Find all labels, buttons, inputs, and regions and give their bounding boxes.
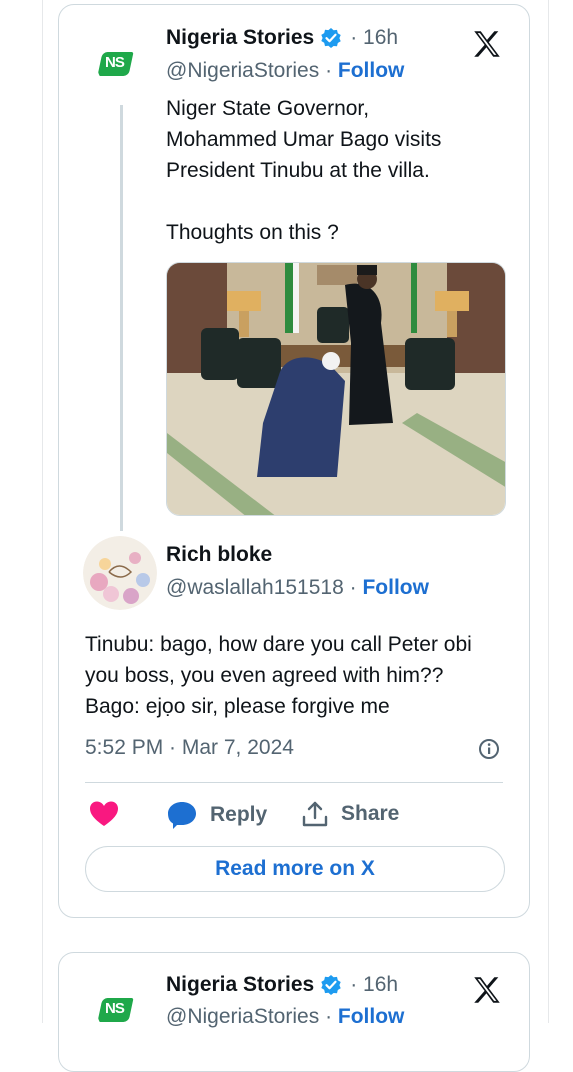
reply-author-row: Rich bloke [166, 543, 272, 567]
tweet-author-row: Nigeria Stories · 16h [166, 26, 398, 50]
page-left-rule [42, 0, 43, 1023]
next-x-logo-icon[interactable] [470, 973, 504, 1007]
reply-timestamp[interactable]: 5:52 PM · Mar 7, 2024 [85, 736, 294, 760]
heart-icon [90, 801, 118, 826]
tweet-text: Niger State Governor, Mohammed Umar Bago… [166, 97, 442, 244]
reply-text: Tinubu: bago, how dare you call Peter ob… [85, 633, 472, 718]
next-tweet-handle-row: @NigeriaStories · Follow [166, 1005, 404, 1029]
actions-divider [85, 782, 503, 783]
reply-button[interactable]: Reply [166, 800, 267, 830]
floral-avatar-image [83, 536, 157, 610]
read-more-button[interactable]: Read more on X [85, 846, 505, 892]
like-button[interactable] [89, 800, 119, 828]
author-handle[interactable]: @NigeriaStories [166, 59, 319, 82]
page-right-rule [548, 0, 549, 1023]
villa-office-photo [167, 263, 505, 515]
reply-follow-button[interactable]: Follow [362, 576, 429, 599]
next-tweet-time[interactable]: · 16h [350, 973, 398, 997]
tweet-handle-row: @NigeriaStories · Follow [166, 59, 404, 83]
reply-handle-separator: · [349, 576, 357, 599]
share-label: Share [341, 802, 400, 825]
next-tweet-author-row: Nigeria Stories · 16h [166, 973, 398, 997]
share-button[interactable]: Share [301, 800, 399, 828]
next-author-handle[interactable]: @NigeriaStories [166, 1005, 319, 1028]
thread-connector-line [120, 105, 123, 531]
next-handle-separator: · [325, 1005, 333, 1028]
next-ns-logo-text: NS [105, 1000, 125, 1017]
reply-bubble-icon [168, 802, 196, 829]
verified-badge-icon [321, 28, 341, 48]
follow-button[interactable]: Follow [338, 59, 405, 82]
ns-logo-text: NS [105, 54, 125, 71]
info-icon[interactable] [478, 738, 500, 760]
x-logo-icon[interactable] [470, 27, 504, 61]
tweet-time[interactable]: · 16h [350, 26, 398, 50]
author-name[interactable]: Nigeria Stories [166, 26, 314, 50]
reply-handle-row: @waslallah151518 · Follow [166, 576, 429, 600]
next-embedded-tweet-card[interactable]: NS Nigeria Stories · 16h @NigeriaStories… [58, 952, 530, 1072]
share-upload-icon [302, 801, 328, 827]
nigeria-stories-avatar[interactable]: NS [97, 41, 145, 89]
reply-label: Reply [210, 803, 268, 826]
embedded-tweet-card[interactable]: NS Nigeria Stories · 16h @NigeriaStories… [58, 4, 530, 918]
next-author-name[interactable]: Nigeria Stories [166, 973, 314, 997]
handle-separator: · [325, 59, 333, 82]
next-nigeria-stories-avatar[interactable]: NS [97, 987, 145, 1035]
tweet-photo[interactable] [166, 262, 506, 516]
rich-bloke-avatar[interactable] [83, 536, 157, 610]
reply-author-handle[interactable]: @waslallah151518 [166, 576, 344, 599]
reply-author-name[interactable]: Rich bloke [166, 543, 272, 567]
next-verified-badge-icon [321, 975, 341, 995]
next-follow-button[interactable]: Follow [338, 1005, 405, 1028]
